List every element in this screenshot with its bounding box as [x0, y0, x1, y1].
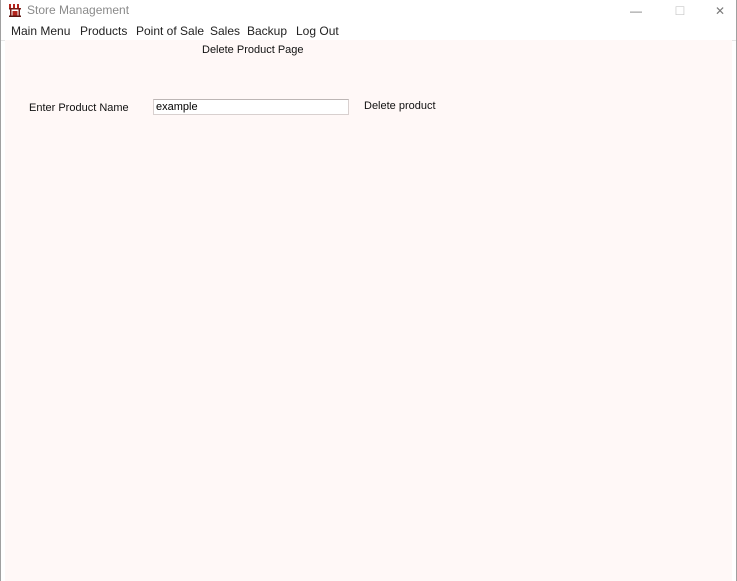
menu-sales[interactable]: Sales	[210, 24, 240, 38]
delete-product-button[interactable]: Delete product	[364, 100, 436, 112]
page-title: Delete Product Page	[202, 44, 304, 56]
menu-products[interactable]: Products	[80, 24, 127, 38]
delete-product-panel: Delete Product Page Enter Product Name D…	[5, 40, 732, 581]
product-name-label: Enter Product Name	[29, 102, 129, 114]
menu-backup[interactable]: Backup	[247, 24, 287, 38]
product-name-input[interactable]	[153, 99, 349, 115]
window-title: Store Management	[27, 3, 130, 17]
menu-point-of-sale[interactable]: Point of Sale	[136, 24, 204, 38]
menu-bar: Main Menu Products Point of Sale Sales B…	[1, 21, 736, 41]
minimize-button[interactable]: —	[614, 0, 658, 21]
minimize-icon: —	[630, 3, 642, 18]
store-awning-icon	[9, 4, 21, 17]
app-window: Store Management — ☐ ✕ Main Menu Product…	[0, 0, 737, 581]
maximize-button[interactable]: ☐	[658, 0, 702, 21]
maximize-icon: ☐	[674, 3, 686, 18]
menu-main-menu[interactable]: Main Menu	[11, 24, 70, 38]
menu-log-out[interactable]: Log Out	[296, 24, 339, 38]
title-bar[interactable]: Store Management — ☐ ✕	[1, 0, 736, 21]
close-button[interactable]: ✕	[698, 0, 737, 21]
close-icon: ✕	[714, 3, 726, 18]
